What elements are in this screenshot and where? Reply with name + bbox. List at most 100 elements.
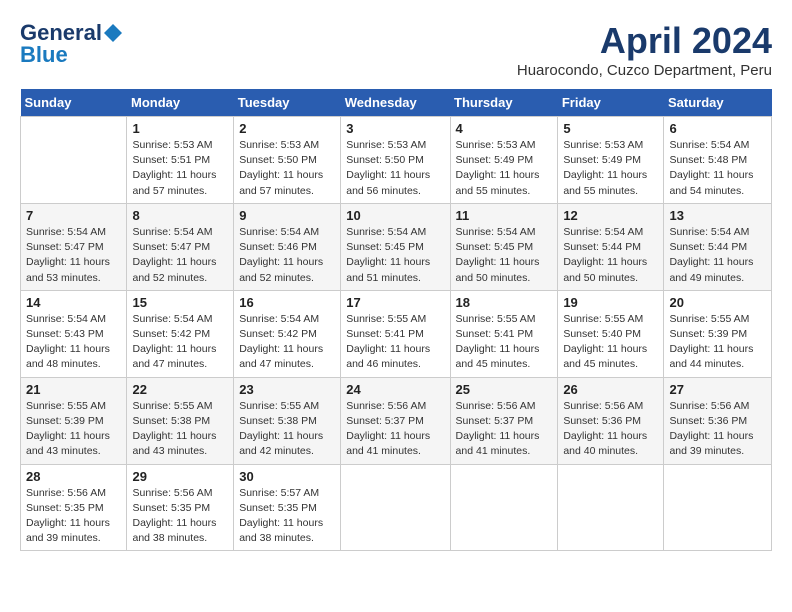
day-info: Sunrise: 5:57 AM Sunset: 5:35 PM Dayligh… (239, 486, 335, 547)
calendar-cell: 18 Sunrise: 5:55 AM Sunset: 5:41 PM Dayli… (450, 290, 558, 377)
calendar-cell: 6 Sunrise: 5:54 AM Sunset: 5:48 PM Daylig… (664, 117, 772, 204)
col-header-wednesday: Wednesday (341, 89, 450, 117)
logo-icon (104, 24, 122, 42)
day-info: Sunrise: 5:55 AM Sunset: 5:40 PM Dayligh… (563, 312, 658, 373)
day-info: Sunrise: 5:56 AM Sunset: 5:37 PM Dayligh… (346, 399, 444, 460)
calendar-cell: 29 Sunrise: 5:56 AM Sunset: 5:35 PM Dayli… (127, 464, 234, 551)
day-number: 20 (669, 295, 766, 310)
calendar-cell: 16 Sunrise: 5:54 AM Sunset: 5:42 PM Dayli… (234, 290, 341, 377)
day-number: 14 (26, 295, 121, 310)
logo-blue: Blue (20, 42, 68, 68)
calendar-cell: 19 Sunrise: 5:55 AM Sunset: 5:40 PM Dayli… (558, 290, 664, 377)
calendar-week-row: 28 Sunrise: 5:56 AM Sunset: 5:35 PM Dayli… (21, 464, 772, 551)
calendar-week-row: 1 Sunrise: 5:53 AM Sunset: 5:51 PM Daylig… (21, 117, 772, 204)
calendar-cell: 20 Sunrise: 5:55 AM Sunset: 5:39 PM Dayli… (664, 290, 772, 377)
calendar-cell: 8Sunrise: 5:54 AM Sunset: 5:47 PM Daylig… (127, 203, 234, 290)
logo: General Blue (20, 20, 122, 68)
calendar-cell: 9 Sunrise: 5:54 AM Sunset: 5:46 PM Daylig… (234, 203, 341, 290)
day-number: 4 (456, 121, 553, 136)
day-number: 5 (563, 121, 658, 136)
day-info: Sunrise: 5:54 AM Sunset: 5:43 PM Dayligh… (26, 312, 121, 373)
calendar-cell: 7 Sunrise: 5:54 AM Sunset: 5:47 PM Daylig… (21, 203, 127, 290)
day-info: Sunrise: 5:55 AM Sunset: 5:38 PM Dayligh… (132, 399, 228, 460)
calendar-cell: 27Sunrise: 5:56 AM Sunset: 5:36 PM Dayli… (664, 377, 772, 464)
calendar-cell: 30 Sunrise: 5:57 AM Sunset: 5:35 PM Dayli… (234, 464, 341, 551)
calendar-cell (450, 464, 558, 551)
day-info: Sunrise: 5:54 AM Sunset: 5:45 PM Dayligh… (456, 225, 553, 286)
calendar-cell (21, 117, 127, 204)
day-info: Sunrise: 5:55 AM Sunset: 5:38 PM Dayligh… (239, 399, 335, 460)
day-info: Sunrise: 5:56 AM Sunset: 5:35 PM Dayligh… (26, 486, 121, 547)
day-info: Sunrise: 5:53 AM Sunset: 5:49 PM Dayligh… (563, 138, 658, 199)
day-number: 18 (456, 295, 553, 310)
day-number: 21 (26, 382, 121, 397)
day-number: 22 (132, 382, 228, 397)
day-info: Sunrise: 5:55 AM Sunset: 5:41 PM Dayligh… (456, 312, 553, 373)
day-info: Sunrise: 5:54 AM Sunset: 5:45 PM Dayligh… (346, 225, 444, 286)
day-info: Sunrise: 5:54 AM Sunset: 5:44 PM Dayligh… (563, 225, 658, 286)
calendar-cell: 14 Sunrise: 5:54 AM Sunset: 5:43 PM Dayli… (21, 290, 127, 377)
day-number: 25 (456, 382, 553, 397)
day-info: Sunrise: 5:53 AM Sunset: 5:51 PM Dayligh… (132, 138, 228, 199)
calendar-cell: 11 Sunrise: 5:54 AM Sunset: 5:45 PM Dayli… (450, 203, 558, 290)
day-number: 17 (346, 295, 444, 310)
page-header: General Blue April 2024 Huarocondo, Cuzc… (20, 20, 772, 79)
day-number: 2 (239, 121, 335, 136)
day-info: Sunrise: 5:54 AM Sunset: 5:42 PM Dayligh… (239, 312, 335, 373)
day-number: 30 (239, 469, 335, 484)
calendar-cell: 13 Sunrise: 5:54 AM Sunset: 5:44 PM Dayli… (664, 203, 772, 290)
calendar-table: SundayMondayTuesdayWednesdayThursdayFrid… (20, 89, 772, 551)
location: Huarocondo, Cuzco Department, Peru (517, 62, 772, 79)
calendar-week-row: 21 Sunrise: 5:55 AM Sunset: 5:39 PM Dayli… (21, 377, 772, 464)
calendar-cell: 28 Sunrise: 5:56 AM Sunset: 5:35 PM Dayli… (21, 464, 127, 551)
calendar-week-row: 7 Sunrise: 5:54 AM Sunset: 5:47 PM Daylig… (21, 203, 772, 290)
day-info: Sunrise: 5:55 AM Sunset: 5:39 PM Dayligh… (669, 312, 766, 373)
day-number: 7 (26, 208, 121, 223)
calendar-cell: 17Sunrise: 5:55 AM Sunset: 5:41 PM Dayli… (341, 290, 450, 377)
day-info: Sunrise: 5:54 AM Sunset: 5:44 PM Dayligh… (669, 225, 766, 286)
calendar-cell (558, 464, 664, 551)
day-info: Sunrise: 5:56 AM Sunset: 5:35 PM Dayligh… (132, 486, 228, 547)
day-number: 23 (239, 382, 335, 397)
calendar-cell: 1 Sunrise: 5:53 AM Sunset: 5:51 PM Daylig… (127, 117, 234, 204)
calendar-cell: 24 Sunrise: 5:56 AM Sunset: 5:37 PM Dayli… (341, 377, 450, 464)
day-number: 27 (669, 382, 766, 397)
day-number: 24 (346, 382, 444, 397)
day-number: 9 (239, 208, 335, 223)
day-info: Sunrise: 5:56 AM Sunset: 5:36 PM Dayligh… (563, 399, 658, 460)
day-number: 16 (239, 295, 335, 310)
col-header-sunday: Sunday (21, 89, 127, 117)
calendar-cell: 3 Sunrise: 5:53 AM Sunset: 5:50 PM Daylig… (341, 117, 450, 204)
day-number: 11 (456, 208, 553, 223)
month-title: April 2024 (517, 20, 772, 62)
day-number: 19 (563, 295, 658, 310)
day-info: Sunrise: 5:53 AM Sunset: 5:50 PM Dayligh… (239, 138, 335, 199)
day-number: 6 (669, 121, 766, 136)
day-info: Sunrise: 5:55 AM Sunset: 5:39 PM Dayligh… (26, 399, 121, 460)
calendar-header-row: SundayMondayTuesdayWednesdayThursdayFrid… (21, 89, 772, 117)
calendar-cell (341, 464, 450, 551)
calendar-cell: 22 Sunrise: 5:55 AM Sunset: 5:38 PM Dayli… (127, 377, 234, 464)
day-number: 13 (669, 208, 766, 223)
day-number: 28 (26, 469, 121, 484)
day-info: Sunrise: 5:54 AM Sunset: 5:48 PM Dayligh… (669, 138, 766, 199)
day-info: Sunrise: 5:54 AM Sunset: 5:46 PM Dayligh… (239, 225, 335, 286)
calendar-cell: 21 Sunrise: 5:55 AM Sunset: 5:39 PM Dayli… (21, 377, 127, 464)
calendar-cell: 12 Sunrise: 5:54 AM Sunset: 5:44 PM Dayli… (558, 203, 664, 290)
day-number: 3 (346, 121, 444, 136)
day-info: Sunrise: 5:53 AM Sunset: 5:50 PM Dayligh… (346, 138, 444, 199)
day-number: 26 (563, 382, 658, 397)
day-number: 12 (563, 208, 658, 223)
day-info: Sunrise: 5:54 AM Sunset: 5:42 PM Dayligh… (132, 312, 228, 373)
day-number: 1 (132, 121, 228, 136)
calendar-cell: 10 Sunrise: 5:54 AM Sunset: 5:45 PM Dayli… (341, 203, 450, 290)
col-header-monday: Monday (127, 89, 234, 117)
day-info: Sunrise: 5:54 AM Sunset: 5:47 PM Dayligh… (132, 225, 228, 286)
col-header-saturday: Saturday (664, 89, 772, 117)
calendar-cell (664, 464, 772, 551)
day-number: 10 (346, 208, 444, 223)
day-info: Sunrise: 5:54 AM Sunset: 5:47 PM Dayligh… (26, 225, 121, 286)
calendar-cell: 5 Sunrise: 5:53 AM Sunset: 5:49 PM Daylig… (558, 117, 664, 204)
day-number: 29 (132, 469, 228, 484)
calendar-cell: 23 Sunrise: 5:55 AM Sunset: 5:38 PM Dayli… (234, 377, 341, 464)
